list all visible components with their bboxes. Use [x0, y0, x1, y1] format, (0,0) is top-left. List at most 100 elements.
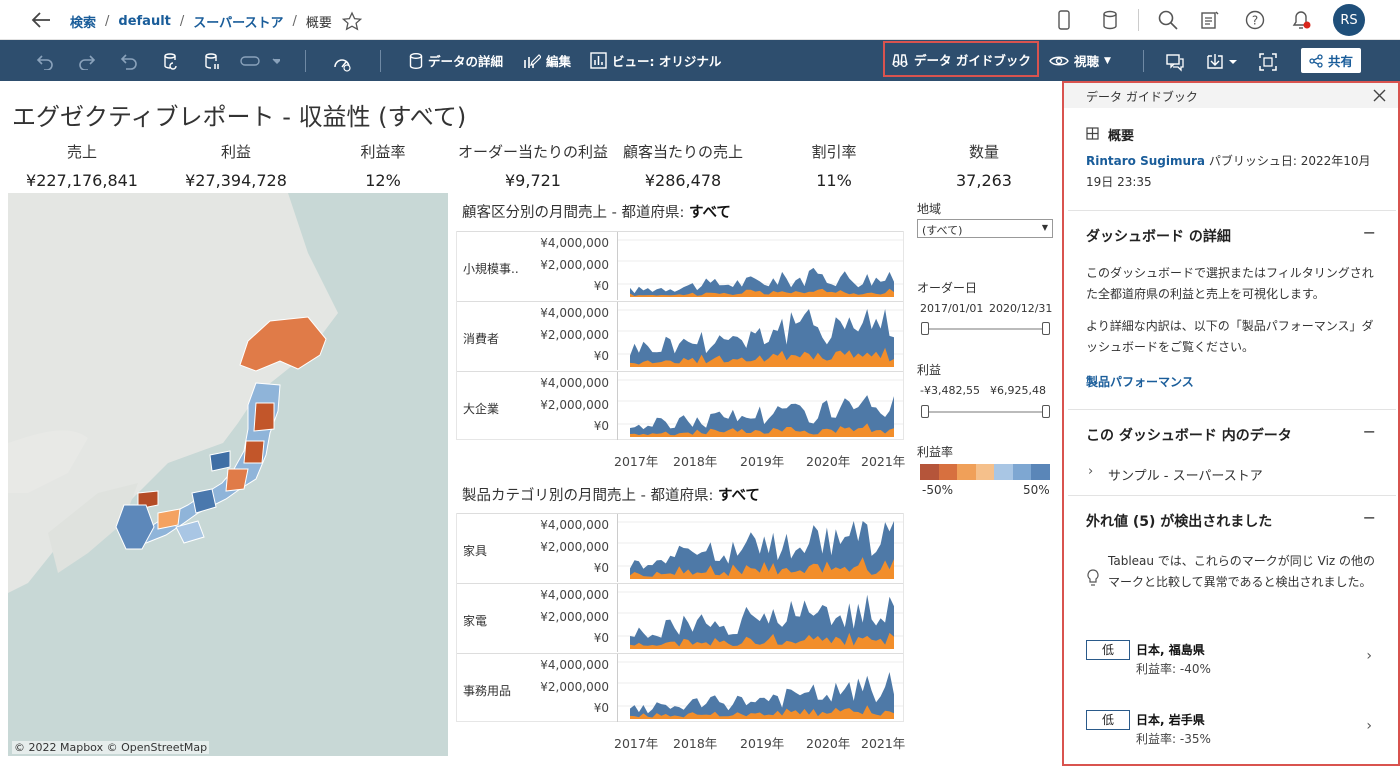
- prefecture-map[interactable]: © 2022 Mapbox © OpenStreetMap: [8, 193, 448, 756]
- database-icon[interactable]: [1100, 9, 1120, 31]
- author-link[interactable]: Rintaro Sugimura: [1086, 154, 1205, 168]
- kpi-profit-margin: 利益率 12%: [298, 141, 468, 190]
- breadcrumb-view: 概要: [305, 15, 332, 31]
- undo-icon[interactable]: [36, 52, 54, 70]
- y-tick-label: ¥4,000,000: [540, 306, 609, 320]
- kpi-profit: 利益 ¥27,394,728: [151, 141, 321, 190]
- chart-row: 小規模事.. ¥4,000,000 ¥2,000,000 ¥0: [457, 231, 903, 301]
- replay-animation-icon[interactable]: [240, 52, 280, 70]
- device-icon[interactable]: [1056, 9, 1072, 31]
- collapse-icon[interactable]: −: [1363, 422, 1376, 441]
- data-details-button[interactable]: データの詳細: [409, 40, 503, 81]
- back-arrow-icon[interactable]: [30, 10, 52, 30]
- breadcrumb-search[interactable]: 検索: [70, 12, 96, 31]
- area-plot[interactable]: [617, 232, 903, 300]
- y-tick-label: ¥2,000,000: [540, 610, 609, 624]
- slider-handle[interactable]: [921, 322, 929, 335]
- margin-color-legend[interactable]: [920, 464, 1051, 480]
- star-icon[interactable]: [341, 11, 363, 31]
- chevron-right-icon[interactable]: ›: [1366, 648, 1372, 664]
- x-tick-label: 2018年: [673, 454, 718, 469]
- revert-icon[interactable]: [120, 52, 138, 70]
- data-guide-button[interactable]: データ ガイドブック: [883, 41, 1039, 77]
- area-plot[interactable]: [617, 514, 903, 582]
- watch-button[interactable]: 視聴 ▼: [1049, 40, 1111, 81]
- dashboard-title: エグゼクティブレポート - 収益性 (すべて): [12, 103, 467, 131]
- help-icon[interactable]: ?: [1244, 9, 1266, 31]
- outliers-section-title[interactable]: 外れ値 (5) が検出されました: [1086, 511, 1272, 531]
- y-tick-label: ¥2,000,000: [540, 398, 609, 412]
- search-icon[interactable]: [1157, 9, 1179, 31]
- chart2-panel[interactable]: 家具 ¥4,000,000 ¥2,000,000 ¥0 家電 ¥4,000,000 ¥2,0…: [456, 513, 904, 722]
- kpi-value: ¥27,394,728: [185, 171, 287, 190]
- download-icon[interactable]: [1205, 52, 1239, 72]
- area-plot[interactable]: [617, 372, 903, 440]
- publish-info: Rintaro Sugimura パブリッシュ日: 2022年10月19日 23…: [1086, 151, 1382, 193]
- binoculars-icon: [892, 54, 908, 68]
- series-area[interactable]: [630, 594, 894, 649]
- chart1-title-prefix: 顧客区分別の月間売上 - 都道府県:: [462, 205, 689, 221]
- order-date-filter-label: オーダー日: [917, 281, 978, 295]
- kpi-value: 12%: [365, 171, 401, 190]
- avatar[interactable]: RS: [1333, 4, 1365, 36]
- chart2-title-prefix: 製品カテゴリ別の月間売上 - 都道府県:: [462, 488, 718, 504]
- refresh-data-icon[interactable]: [162, 52, 180, 70]
- data-guide-panel: データ ガイドブック 概要 Rintaro Sugimura パブリッシュ日: …: [1062, 81, 1400, 766]
- area-plot[interactable]: [617, 654, 903, 722]
- redo-icon[interactable]: [78, 52, 96, 70]
- profit-min: -¥3,482,55: [920, 384, 980, 397]
- notification-bell-icon[interactable]: [1290, 8, 1312, 32]
- map-graphic: [8, 193, 338, 593]
- data-section-title[interactable]: この ダッシュボード 内のデータ: [1086, 425, 1292, 445]
- y-tick-label: ¥4,000,000: [540, 376, 609, 390]
- profit-slider[interactable]: [921, 405, 1050, 418]
- profit-max: ¥6,925,48: [990, 384, 1046, 397]
- breadcrumb-separator: /: [105, 13, 110, 29]
- order-date-slider[interactable]: [921, 322, 1050, 335]
- margin-min: -50%: [922, 483, 954, 497]
- kpi-discount-rate: 割引率 11%: [749, 141, 919, 190]
- breadcrumb-project[interactable]: default: [118, 14, 170, 29]
- y-tick-label: ¥4,000,000: [540, 588, 609, 602]
- chevron-right-icon[interactable]: ›: [1088, 464, 1093, 479]
- close-icon[interactable]: [1373, 89, 1386, 102]
- y-tick-label: ¥2,000,000: [540, 680, 609, 694]
- details-section-title[interactable]: ダッシュボード の詳細: [1086, 226, 1231, 246]
- view-original-button[interactable]: ビュー: オリジナル: [590, 40, 721, 81]
- collapse-icon[interactable]: −: [1363, 508, 1376, 527]
- performance-icon[interactable]: [332, 52, 352, 72]
- metrics-icon[interactable]: [1199, 9, 1221, 31]
- fullscreen-icon[interactable]: [1258, 52, 1278, 72]
- toolbar-separator: [305, 50, 306, 72]
- kpi-label: 顧客当たりの売上: [622, 143, 743, 161]
- area-plot[interactable]: [617, 302, 903, 370]
- slider-handle[interactable]: [921, 405, 929, 418]
- area-plot[interactable]: [617, 584, 903, 652]
- chart-row: 大企業 ¥4,000,000 ¥2,000,000 ¥0: [457, 371, 903, 441]
- collapse-icon[interactable]: −: [1363, 223, 1376, 242]
- data-source-item[interactable]: サンプル - スーパーストア: [1108, 466, 1400, 487]
- comments-icon[interactable]: [1165, 52, 1185, 72]
- toolbar-separator: [380, 50, 381, 72]
- toolbar: データの詳細 編集 ビュー: オリジナル データ ガイドブック 視聴 ▼ 共有: [0, 40, 1400, 81]
- region-filter-dropdown[interactable]: (すべて) ▼: [917, 219, 1053, 238]
- database-icon: [409, 52, 423, 69]
- slider-handle[interactable]: [1042, 405, 1050, 418]
- order-date-min: 2017/01/01: [920, 302, 984, 315]
- kpi-sales: 売上 ¥227,176,841: [0, 141, 167, 190]
- watch-label: 視聴: [1074, 54, 1100, 69]
- kpi-quantity: 数量 37,263: [899, 141, 1069, 190]
- lightbulb-icon: [1087, 569, 1099, 586]
- product-performance-link[interactable]: 製品パフォーマンス: [1086, 372, 1382, 393]
- pause-data-icon[interactable]: [203, 52, 221, 70]
- breadcrumb-workbook[interactable]: スーパーストア: [193, 12, 283, 31]
- kpi-label: 利益: [220, 143, 251, 161]
- chevron-right-icon[interactable]: ›: [1366, 718, 1372, 734]
- slider-handle[interactable]: [1042, 322, 1050, 335]
- edit-button[interactable]: 編集: [523, 40, 571, 81]
- kpi-value: ¥9,721: [505, 171, 561, 190]
- chart1-panel[interactable]: 小規模事.. ¥4,000,000 ¥2,000,000 ¥0 消費者 ¥4,000,00…: [456, 231, 904, 440]
- share-button[interactable]: 共有: [1301, 48, 1362, 73]
- toolbar-separator: [1143, 50, 1144, 72]
- x-tick-label: 2017年: [614, 736, 659, 751]
